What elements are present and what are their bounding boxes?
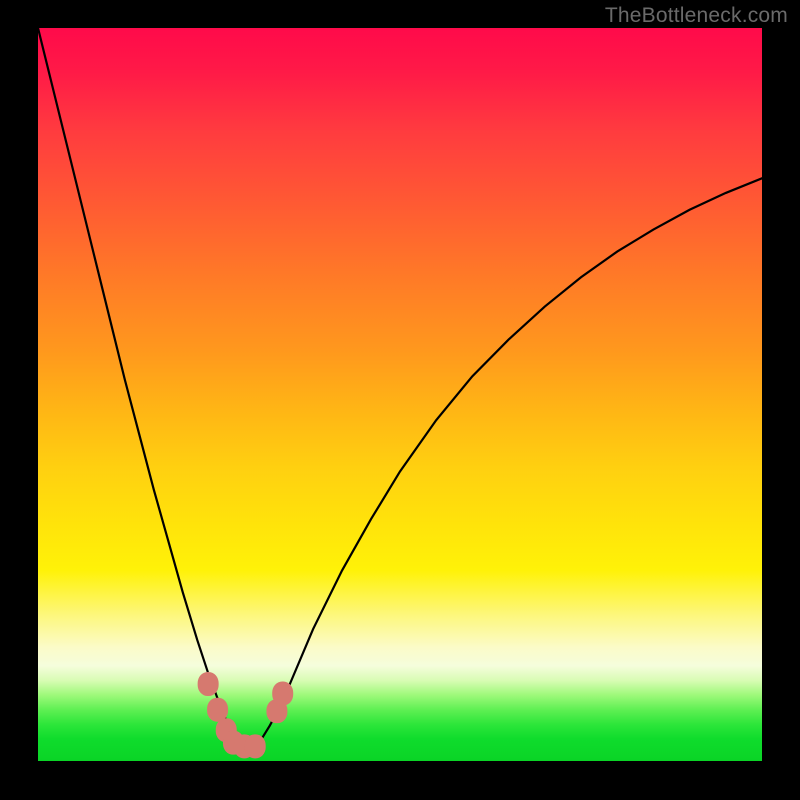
chart-svg [38,28,762,761]
curve-marker [272,682,293,706]
curve-marker [207,698,228,722]
chart-frame: TheBottleneck.com [0,0,800,800]
plot-area [38,28,762,761]
watermark-text: TheBottleneck.com [605,4,788,28]
curve-marker [198,672,219,696]
markers-group [198,672,294,758]
bottleneck-curve [38,28,762,746]
curve-marker [245,734,266,758]
curve-group [38,28,762,746]
